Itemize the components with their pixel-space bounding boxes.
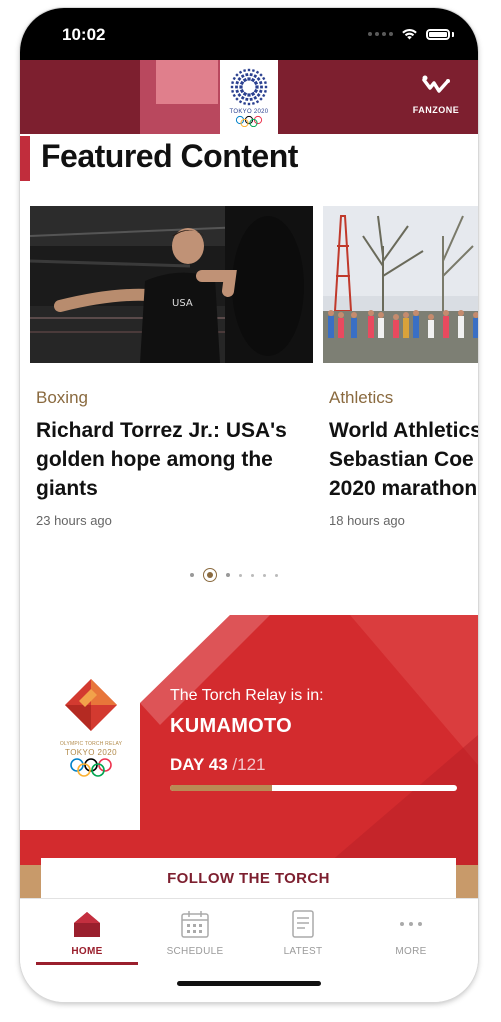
pager-dot[interactable] xyxy=(239,573,242,577)
featured-card-athletics[interactable]: Athletics World Athletics Sebastian Coe … xyxy=(323,206,478,528)
tab-bar: HOME SCHEDULE LATEST MORE xyxy=(20,898,478,1002)
marathon-photo xyxy=(323,206,478,363)
pager-dot[interactable] xyxy=(226,573,230,577)
card-category: Athletics xyxy=(329,388,394,407)
card-title[interactable]: World Athletics Sebastian Coe 2020 marat… xyxy=(329,416,478,503)
tab-home[interactable]: HOME xyxy=(33,907,141,969)
battery-icon xyxy=(426,28,450,40)
app-header: TOKYO 2020 FANZONE xyxy=(20,60,478,134)
pager-dot-active[interactable] xyxy=(203,568,217,582)
torch-progress-fill xyxy=(170,785,272,791)
boxing-photo: USA xyxy=(30,206,313,363)
calendar-icon xyxy=(181,911,209,938)
pager-dot[interactable] xyxy=(190,573,194,577)
carousel-pager[interactable] xyxy=(190,568,278,582)
fanzone-label: FANZONE xyxy=(412,105,460,115)
fanzone-icon xyxy=(422,75,450,93)
olympic-rings-icon xyxy=(70,758,112,777)
more-dots-icon xyxy=(400,922,422,926)
card-category: Boxing xyxy=(36,388,88,407)
olympic-rings-icon xyxy=(235,115,263,127)
document-icon xyxy=(292,910,314,938)
torch-relay-panel[interactable]: OLYMPIC TORCH RELAY TOKYO 2020 The Torch… xyxy=(20,615,478,905)
svg-text:USA: USA xyxy=(172,298,193,309)
tab-schedule[interactable]: SCHEDULE xyxy=(141,907,249,969)
tokyo-2020-logo[interactable]: TOKYO 2020 xyxy=(220,60,278,134)
follow-the-torch-button[interactable]: FOLLOW THE TORCH xyxy=(41,858,456,898)
wifi-icon xyxy=(402,28,417,40)
signal-icon xyxy=(368,32,393,36)
torch-progress-bar xyxy=(170,785,457,791)
status-icons xyxy=(368,28,454,40)
torch-city: KUMAMOTO xyxy=(170,715,293,737)
header-decor-light xyxy=(156,60,218,104)
home-indicator[interactable] xyxy=(177,981,321,986)
status-bar: 10:02 xyxy=(20,8,478,60)
pager-dot[interactable] xyxy=(275,573,278,577)
tab-more[interactable]: MORE xyxy=(357,907,465,969)
torch-day-counter: DAY 43 /121 xyxy=(170,755,266,774)
section-accent-bar xyxy=(20,136,30,181)
pager-dot[interactable] xyxy=(263,573,266,577)
torch-flame-icon xyxy=(65,679,117,731)
active-tab-indicator xyxy=(36,962,138,965)
torch-relay-label: The Torch Relay is in: xyxy=(170,687,324,704)
featured-card-boxing[interactable]: USA Boxing Richard Torrez Jr.: USA's gol… xyxy=(30,206,313,528)
card-timestamp: 23 hours ago xyxy=(36,513,112,528)
phone-screen: 10:02 TOKYO 2020 FANZONE Featured Conten… xyxy=(20,8,478,1002)
card-timestamp: 18 hours ago xyxy=(329,513,405,528)
fanzone-button[interactable]: FANZONE xyxy=(408,74,464,115)
tokyo-emblem-icon xyxy=(230,68,268,106)
card-title[interactable]: Richard Torrez Jr.: USA's golden hope am… xyxy=(36,416,313,503)
featured-carousel[interactable]: USA Boxing Richard Torrez Jr.: USA's gol… xyxy=(30,206,478,536)
status-time: 10:02 xyxy=(62,25,106,44)
torch-relay-logo: OLYMPIC TORCH RELAY TOKYO 2020 xyxy=(42,675,140,805)
section-title: Featured Content xyxy=(41,138,298,174)
pager-dot[interactable] xyxy=(251,573,254,577)
tab-latest[interactable]: LATEST xyxy=(249,907,357,969)
house-icon xyxy=(74,912,100,937)
